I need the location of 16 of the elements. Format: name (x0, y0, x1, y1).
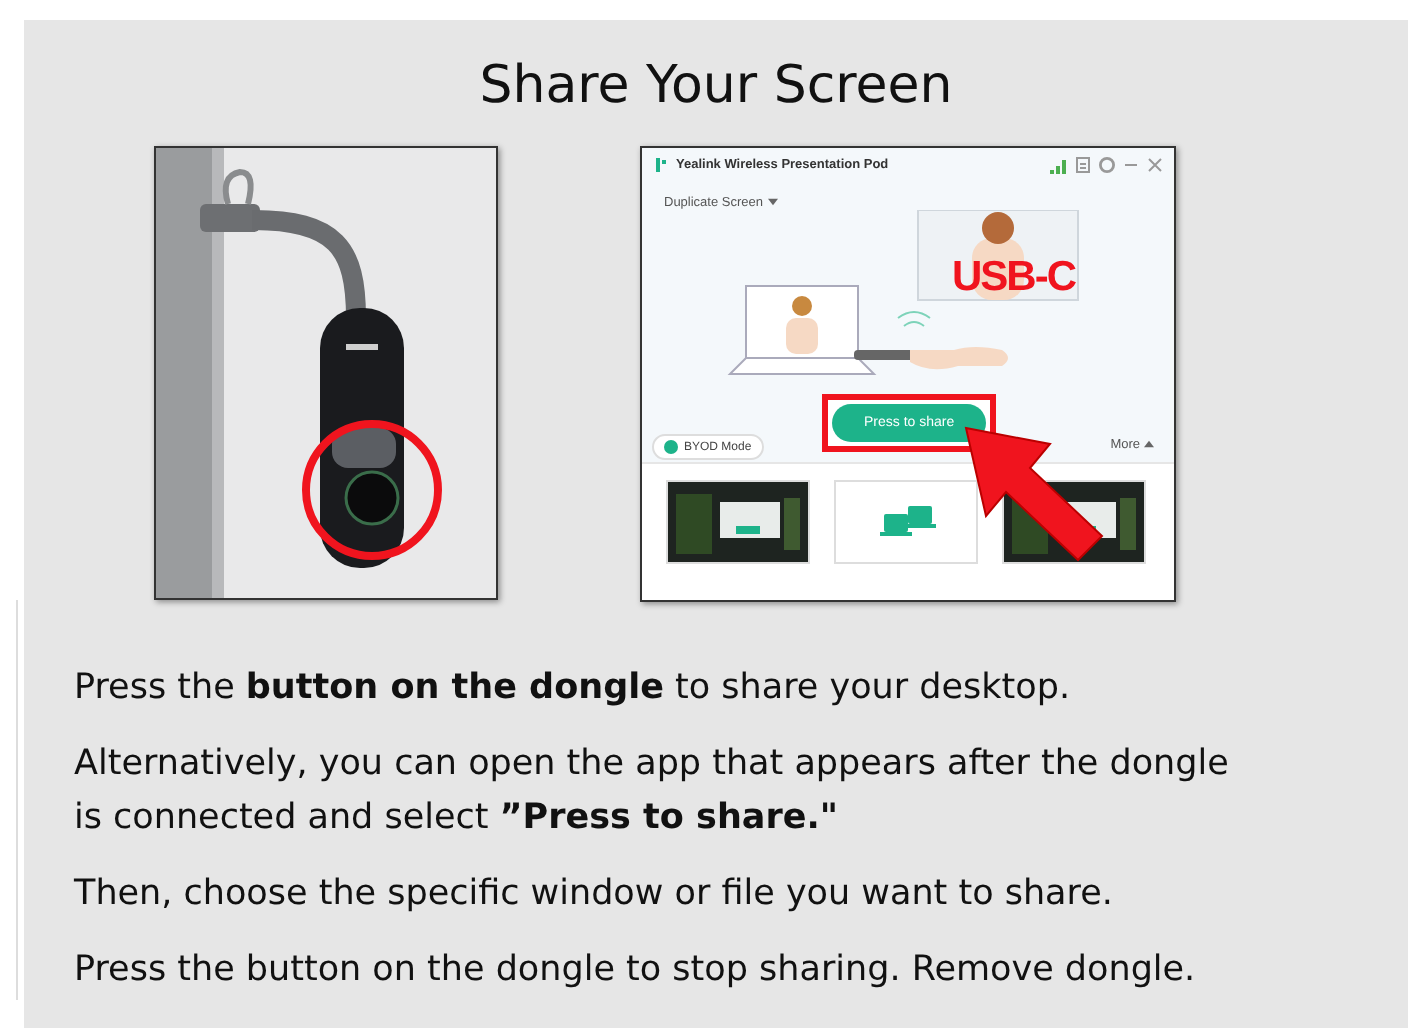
instruction-text: Then, choose the specific window or file you want to share. (74, 872, 1115, 918)
instruction-text: Alternatively, you can open the app that appears after the dongle is connected and select ”Press to share." (74, 742, 1231, 842)
instruction-text: Press the button on the dongle to share your desktop. (74, 666, 1073, 712)
logo-icon (652, 155, 670, 173)
highlight-circle (302, 420, 442, 560)
notes-icon[interactable] (1074, 155, 1092, 173)
screen-thumbnail[interactable] (666, 480, 810, 564)
caret-icon (1144, 440, 1154, 449)
close-icon[interactable] (1146, 155, 1164, 173)
page-title: Share Your Screen (477, 54, 955, 118)
settings-icon[interactable] (1098, 155, 1116, 173)
overlay-label: USB-C (952, 254, 1075, 302)
devices-thumbnail[interactable] (834, 480, 978, 564)
instruction-text: Press the button on the dongle to stop sharing. Remove dongle. (74, 948, 1198, 994)
caret-icon (767, 198, 777, 207)
signal-icon (1050, 155, 1068, 173)
